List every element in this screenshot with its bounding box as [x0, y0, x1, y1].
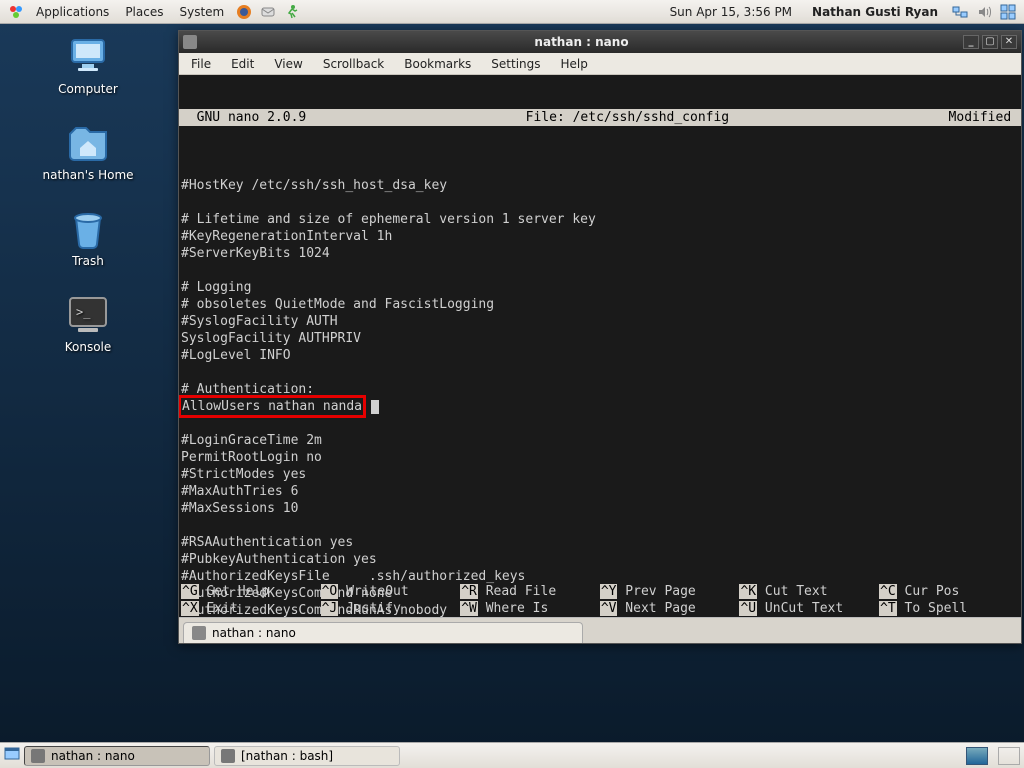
- menu-scrollback[interactable]: Scrollback: [313, 57, 394, 71]
- trash-icon: [64, 204, 112, 252]
- terminal-area[interactable]: GNU nano 2.0.9 File: /etc/ssh/sshd_confi…: [179, 75, 1021, 617]
- desktop-icon-trash[interactable]: Trash: [8, 204, 168, 268]
- desktop-icon-label: Trash: [8, 254, 168, 268]
- firefox-icon[interactable]: [234, 2, 254, 22]
- task-button[interactable]: [nathan : bash]: [214, 746, 400, 766]
- window-app-icon: [183, 35, 197, 49]
- running-man-icon[interactable]: [282, 2, 302, 22]
- volume-icon[interactable]: [974, 2, 994, 22]
- terminal-tabbar: nathan : nano: [179, 617, 1021, 643]
- nano-shortcuts: ^G Get Help^O WriteOut^R Read File^Y Pre…: [179, 583, 1021, 617]
- maximize-button[interactable]: ▢: [982, 35, 998, 49]
- desktop-icons: Computer nathan's Home Trash >_ Konsole: [8, 32, 168, 376]
- task-icon: [221, 749, 235, 763]
- nano-version: GNU nano 2.0.9: [181, 109, 306, 126]
- places-menu[interactable]: Places: [117, 5, 171, 19]
- clock[interactable]: Sun Apr 15, 3:56 PM: [660, 5, 802, 19]
- terminal-icon: >_: [64, 290, 112, 338]
- menu-edit[interactable]: Edit: [221, 57, 264, 71]
- nano-filename: File: /etc/ssh/sshd_config: [306, 109, 948, 126]
- menu-help[interactable]: Help: [551, 57, 598, 71]
- folder-home-icon: [64, 118, 112, 166]
- terminal-window: nathan : nano _ ▢ ✕ File Edit View Scrol…: [178, 30, 1022, 644]
- nano-buffer: #HostKey /etc/ssh/ssh_host_dsa_key # Lif…: [179, 160, 1021, 617]
- mail-icon[interactable]: [258, 2, 278, 22]
- menu-bookmarks[interactable]: Bookmarks: [394, 57, 481, 71]
- window-title: nathan : nano: [203, 35, 960, 49]
- menu-file[interactable]: File: [181, 57, 221, 71]
- menu-settings[interactable]: Settings: [481, 57, 550, 71]
- applications-menu[interactable]: Applications: [28, 5, 117, 19]
- show-desktop-icon[interactable]: [4, 746, 20, 765]
- terminal-tab-label: nathan : nano: [212, 626, 296, 640]
- svg-text:>_: >_: [76, 305, 91, 319]
- tray-slot[interactable]: [998, 747, 1020, 765]
- minimize-button[interactable]: _: [963, 35, 979, 49]
- nano-header: GNU nano 2.0.9 File: /etc/ssh/sshd_confi…: [179, 109, 1021, 126]
- desktop-icon-label: Konsole: [8, 340, 168, 354]
- windows-icon[interactable]: [998, 2, 1018, 22]
- distro-menu-icon[interactable]: [6, 2, 26, 22]
- top-panel: Applications Places System Sun Apr 15, 3…: [0, 0, 1024, 24]
- titlebar[interactable]: nathan : nano _ ▢ ✕: [179, 31, 1021, 53]
- bottom-panel: nathan : nano [nathan : bash]: [0, 742, 1024, 768]
- desktop-icon-label: Computer: [8, 82, 168, 96]
- terminal-tab-icon: [192, 626, 206, 640]
- task-label: [nathan : bash]: [241, 749, 333, 763]
- desktop-icon-label: nathan's Home: [8, 168, 168, 182]
- menubar: File Edit View Scrollback Bookmarks Sett…: [179, 53, 1021, 75]
- system-menu[interactable]: System: [171, 5, 232, 19]
- task-button[interactable]: nathan : nano: [24, 746, 210, 766]
- desktop-icon-computer[interactable]: Computer: [8, 32, 168, 96]
- computer-icon: [64, 32, 112, 80]
- workspace-switcher[interactable]: [966, 747, 988, 765]
- terminal-tab[interactable]: nathan : nano: [183, 622, 583, 643]
- close-button[interactable]: ✕: [1001, 35, 1017, 49]
- task-icon: [31, 749, 45, 763]
- desktop-icon-konsole[interactable]: >_ Konsole: [8, 290, 168, 354]
- user-menu[interactable]: Nathan Gusti Ryan: [802, 5, 948, 19]
- desktop-icon-home[interactable]: nathan's Home: [8, 118, 168, 182]
- network-icon[interactable]: [950, 2, 970, 22]
- task-label: nathan : nano: [51, 749, 135, 763]
- menu-view[interactable]: View: [264, 57, 312, 71]
- nano-modified-status: Modified: [949, 109, 1019, 126]
